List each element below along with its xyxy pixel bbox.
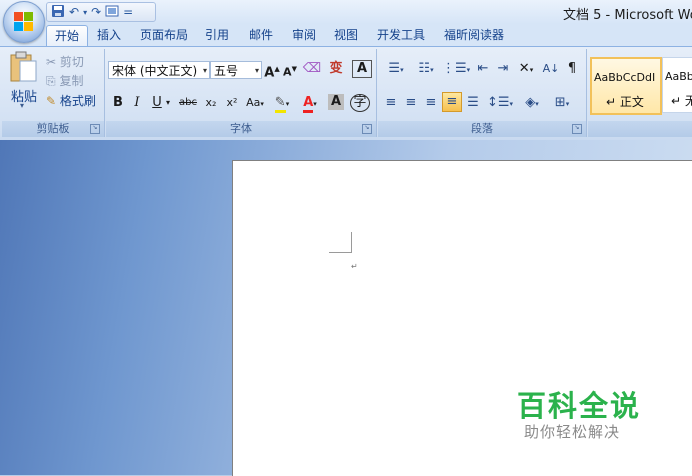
change-case-button[interactable]: Aa▾ [244, 93, 266, 113]
font-color-button[interactable]: A▾ [298, 93, 322, 113]
undo-dropdown-icon[interactable]: ▾ [83, 8, 87, 17]
phonetic-guide-button[interactable]: 变 [326, 59, 346, 79]
strikethrough-button[interactable]: abc [176, 93, 200, 113]
italic-button[interactable]: I [130, 93, 144, 113]
style-name: ↵ 正文 [606, 95, 644, 109]
cut-button[interactable]: ✂ 剪切 [46, 53, 84, 70]
customize-qat-icon[interactable]: = [123, 5, 133, 19]
paragraph-group-label: 段落 ↘ [378, 121, 586, 137]
tab-mailings[interactable]: 邮件 [243, 25, 279, 46]
copy-button[interactable]: ⎘ 复制 [46, 72, 83, 89]
font-group-label: 字体 ↘ [106, 121, 376, 137]
styles-group: AaBbCcDdI ↵ 正文 AaBb ↵ 无 [588, 49, 692, 137]
watermark-subtitle: 助你轻松解决 [524, 423, 621, 441]
document-page[interactable]: ↵ [232, 160, 692, 476]
font-size-combo[interactable]: 五号 ▾ [210, 61, 262, 79]
chinese-layout-icon[interactable]: ✕▾ [514, 59, 538, 79]
format-painter-label: 格式刷 [59, 94, 96, 108]
tab-references[interactable]: 引用 [199, 25, 235, 46]
align-right-icon[interactable]: ≡ [422, 93, 440, 113]
quick-access-toolbar: ↶ ▾ ↷ = [46, 2, 156, 22]
clipboard-group: 粘贴 ▾ ✂ 剪切 ⎘ 复制 ✎ 格式刷 剪贴板 ↘ [2, 49, 105, 137]
paragraph-mark-icon: ↵ [351, 262, 358, 271]
clipboard-group-label: 剪贴板 ↘ [2, 121, 104, 137]
tab-foxit-reader[interactable]: 福昕阅读器 [438, 25, 510, 46]
styles-group-label [588, 121, 692, 137]
tab-view[interactable]: 视图 [328, 25, 364, 46]
dialog-launcher-icon[interactable]: ↘ [90, 124, 100, 134]
tab-developer[interactable]: 开发工具 [372, 25, 430, 46]
borders-icon[interactable]: ⊞▾ [548, 93, 576, 113]
office-button[interactable] [3, 1, 45, 43]
decrease-indent-icon[interactable]: ⇤ [474, 59, 492, 79]
style-name: ↵ 无 [671, 94, 692, 108]
style-sample: AaBb [665, 70, 692, 83]
subscript-button[interactable]: x₂ [202, 93, 220, 113]
dialog-launcher-icon[interactable]: ↘ [572, 124, 582, 134]
undo-icon[interactable]: ↶ [69, 5, 79, 19]
line-spacing-icon[interactable]: ↕☰▾ [486, 93, 514, 113]
cut-label: 剪切 [59, 55, 84, 69]
bullets-icon[interactable]: ☰▾ [382, 59, 410, 79]
copy-label: 复制 [59, 74, 84, 88]
print-preview-icon[interactable] [105, 5, 119, 20]
margin-corner-mark [351, 232, 352, 253]
dialog-launcher-icon[interactable]: ↘ [362, 124, 372, 134]
distributed-icon[interactable]: ☰ [464, 93, 482, 113]
shrink-font-button[interactable]: A▼ [282, 59, 298, 79]
window-title: 文档 5 - Microsoft Wor [563, 8, 692, 23]
copy-icon: ⎘ [46, 74, 56, 88]
title-bar: ↶ ▾ ↷ = 文档 5 - Microsoft Wor [0, 0, 692, 24]
justify-icon[interactable]: ≡ [442, 92, 462, 112]
paragraph-group: ☰▾ ☷▾ ⋮☰▾ ⇤ ⇥ ✕▾ A↓ ¶ ≡ ≡ ≡ ≡ ☰ ↕☰▾ ◈▾ ⊞… [378, 49, 587, 137]
paste-button[interactable]: 粘贴 ▾ [6, 51, 40, 113]
multilevel-list-icon[interactable]: ⋮☰▾ [442, 59, 470, 79]
numbering-icon[interactable]: ☷▾ [412, 59, 440, 79]
style-sample: AaBbCcDdI [594, 71, 656, 84]
format-painter-button[interactable]: ✎ 格式刷 [46, 92, 96, 109]
char-border-button[interactable]: A [352, 60, 372, 78]
office-logo-icon [14, 12, 34, 32]
grow-font-button[interactable]: A▲ [264, 59, 280, 80]
tab-page-layout[interactable]: 页面布局 [136, 25, 192, 46]
redo-icon[interactable]: ↷ [91, 5, 101, 19]
tab-home[interactable]: 开始 [46, 25, 88, 47]
align-left-icon[interactable]: ≡ [382, 93, 400, 113]
save-icon[interactable] [51, 4, 65, 21]
watermark-title: 百科全说 [517, 389, 642, 423]
paintbrush-icon: ✎ [46, 94, 57, 108]
tab-review[interactable]: 审阅 [286, 25, 322, 46]
ribbon: 粘贴 ▾ ✂ 剪切 ⎘ 复制 ✎ 格式刷 剪贴板 ↘ 宋体 (中文正文) ▾ 五号 ▾… [0, 46, 692, 141]
ribbon-tabs: 开始 插入 页面布局 引用 邮件 审阅 视图 开发工具 福昕阅读器 [0, 24, 692, 47]
style-no-spacing[interactable]: AaBb ↵ 无 [662, 57, 692, 113]
underline-button[interactable]: U [150, 93, 164, 113]
margin-corner-mark [329, 252, 352, 253]
paste-icon [10, 51, 37, 82]
font-name-combo[interactable]: 宋体 (中文正文) ▾ [108, 61, 210, 79]
tab-insert[interactable]: 插入 [90, 25, 128, 46]
char-shading-button[interactable]: A [328, 94, 344, 110]
scissors-icon: ✂ [46, 55, 57, 69]
underline-dropdown-icon[interactable]: ▾ [164, 93, 172, 113]
paste-dropdown-icon: ▾ [20, 101, 25, 110]
clear-format-icon[interactable]: ⌫ [302, 59, 322, 79]
font-group: 宋体 (中文正文) ▾ 五号 ▾ A▲ A▼ ⌫ 变 A B I U ▾ abc x… [106, 49, 377, 137]
enclose-chars-button[interactable]: 字 [350, 94, 370, 112]
shading-icon[interactable]: ◈▾ [518, 93, 546, 113]
bold-button[interactable]: B [110, 93, 126, 113]
increase-indent-icon[interactable]: ⇥ [494, 59, 512, 79]
align-center-icon[interactable]: ≡ [402, 93, 420, 113]
highlighter-icon: ✎ [274, 95, 286, 113]
style-normal[interactable]: AaBbCcDdI ↵ 正文 [590, 57, 662, 115]
superscript-button[interactable]: x² [223, 93, 241, 113]
highlight-button[interactable]: ✎▾ [270, 93, 294, 113]
sort-icon[interactable]: A↓ [542, 59, 560, 79]
show-marks-icon[interactable]: ¶ [564, 59, 580, 79]
